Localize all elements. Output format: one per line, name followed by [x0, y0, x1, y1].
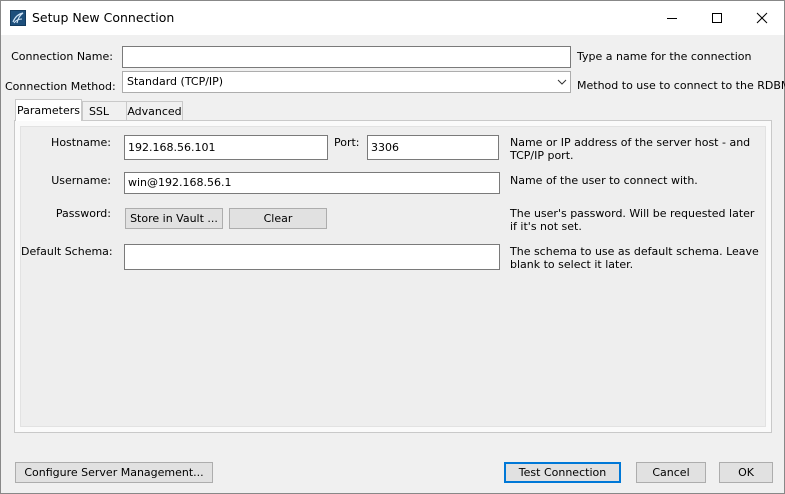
close-icon [756, 12, 768, 24]
connection-method-hint: Method to use to connect to the RDBMS [577, 79, 785, 92]
tab-parameters-label: Parameters [17, 104, 80, 117]
tab-ssl-label: SSL [88, 105, 110, 118]
window-title: Setup New Connection [32, 10, 175, 25]
hostname-input[interactable]: 192.168.56.101 [124, 135, 328, 160]
minimize-button[interactable] [649, 1, 695, 35]
test-connection-button[interactable]: Test Connection [504, 462, 621, 483]
connection-name-input[interactable] [122, 46, 571, 68]
default-schema-label: Default Schema: [21, 245, 113, 258]
username-hint: Name of the user to connect with. [510, 174, 698, 187]
cancel-button[interactable]: Cancel [636, 462, 706, 483]
default-schema-hint: The schema to use as default schema. Lea… [510, 245, 759, 271]
ok-button[interactable]: OK [719, 462, 773, 483]
username-label: Username: [51, 174, 111, 187]
hostname-hint: Name or IP address of the server host - … [510, 136, 751, 162]
password-label: Password: [55, 207, 111, 220]
minimize-icon [667, 18, 677, 19]
configure-server-management-button[interactable]: Configure Server Management... [15, 462, 213, 483]
port-input[interactable]: 3306 [367, 135, 499, 160]
clear-password-button[interactable]: Clear [229, 208, 327, 229]
hostname-label: Hostname: [51, 136, 111, 149]
connection-method-value: Standard (TCP/IP) [127, 75, 224, 88]
connection-name-hint: Type a name for the connection [577, 50, 752, 63]
port-label: Port: [334, 136, 360, 149]
title-bar[interactable]: Setup New Connection [1, 1, 784, 35]
connection-name-label: Connection Name: [11, 50, 113, 63]
tab-advanced-label: Advanced [127, 105, 182, 118]
maximize-icon [712, 13, 722, 23]
connection-method-label: Connection Method: [5, 80, 116, 93]
username-input[interactable]: win@192.168.56.1 [124, 172, 500, 194]
tab-parameters[interactable]: Parameters [15, 99, 82, 121]
chevron-down-icon [557, 72, 567, 98]
password-hint: The user's password. Will be requested l… [510, 207, 755, 233]
tab-advanced[interactable]: Advanced [126, 101, 183, 121]
connection-method-select[interactable]: Standard (TCP/IP) [122, 71, 571, 93]
parameters-panel [14, 120, 772, 433]
setup-connection-dialog: Setup New Connection Connection Name: Ty… [0, 0, 785, 494]
maximize-button[interactable] [694, 1, 740, 35]
store-in-vault-button[interactable]: Store in Vault ... [125, 208, 223, 229]
mysql-workbench-icon [10, 10, 26, 26]
default-schema-input[interactable] [124, 244, 500, 270]
close-button[interactable] [739, 1, 785, 35]
